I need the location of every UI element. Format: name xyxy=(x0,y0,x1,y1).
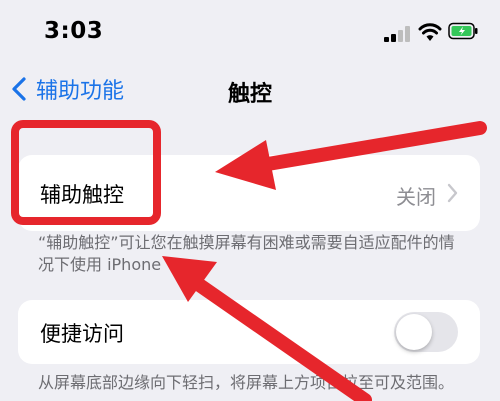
battery-icon xyxy=(448,22,478,40)
reachability-toggle[interactable] xyxy=(394,312,458,352)
status-time: 3:03 xyxy=(44,18,104,44)
reachability-row: 便捷访问 xyxy=(18,300,480,364)
reachability-label: 便捷访问 xyxy=(40,322,124,346)
reachability-footer: 从屏幕底部边缘向下轻扫，将屏幕上方项目拉至可及范围。 xyxy=(38,373,455,392)
screen: 3:03 辅助功能 触控 辅助触控 关闭 “辅助触控”可让您在触摸屏幕有困难或需… xyxy=(0,0,500,401)
nav-bar: 辅助功能 触控 xyxy=(0,62,500,116)
status-bar: 3:03 xyxy=(0,0,500,62)
signal-icon xyxy=(384,26,412,42)
assistive-touch-footer: “辅助触控”可让您在触摸屏幕有困难或需要自适应配件的情况下使用 iPhone xyxy=(38,233,455,274)
toggle-knob xyxy=(396,314,432,350)
assistive-touch-value: 关闭 xyxy=(396,185,436,209)
annotation-highlight-box xyxy=(11,120,161,225)
page-title: 触控 xyxy=(227,82,272,107)
chevron-right-icon xyxy=(447,183,458,203)
wifi-icon xyxy=(418,23,442,41)
